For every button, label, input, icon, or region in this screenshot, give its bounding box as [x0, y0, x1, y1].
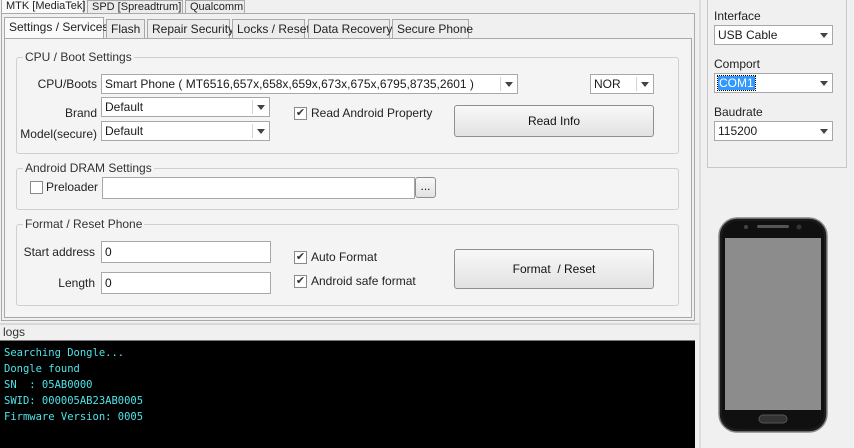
start-address-input[interactable]: 0	[101, 241, 271, 263]
cpu-value: Smart Phone ( MT6516,657x,658x,659x,673x…	[105, 77, 474, 91]
log-line: SWID: 000005AB23AB0005	[4, 395, 144, 407]
read-android-checkbox[interactable]: ✔	[294, 107, 307, 120]
safe-format-checkbox[interactable]: ✔	[294, 275, 307, 288]
interface-value: USB Cable	[718, 28, 778, 42]
log-console[interactable]: Searching Dongle... Dongle found SN : 05…	[0, 340, 695, 448]
read-android-label: Read Android Property	[311, 106, 433, 120]
baudrate-select[interactable]: 115200	[714, 121, 833, 141]
chevron-down-icon	[257, 129, 265, 134]
auto-format-label: Auto Format	[311, 250, 378, 264]
tab-spd[interactable]: SPD [Spreadtrum]	[87, 0, 183, 14]
tab-secure-phone[interactable]: Secure Phone	[392, 19, 473, 38]
brand-label: Brand	[64, 106, 97, 120]
browse-button[interactable]: ...	[415, 177, 436, 198]
chevron-down-icon	[820, 129, 828, 134]
tab-mtk[interactable]: MTK [MediaTek]	[1, 0, 85, 14]
model-select[interactable]: Default	[101, 121, 270, 141]
tab-repair-security[interactable]: Repair Security	[147, 19, 234, 38]
model-label: Model(secure)	[20, 127, 97, 141]
chevron-down-icon	[505, 82, 513, 87]
storage-value: NOR	[594, 77, 621, 91]
comport-label: Comport	[714, 57, 761, 71]
start-address-label: Start address	[23, 245, 95, 259]
comport-value: COM1	[717, 75, 756, 91]
preloader-checkbox[interactable]	[30, 181, 43, 194]
preloader-label: Preloader	[46, 180, 99, 194]
cpu-boot-select[interactable]: Smart Phone ( MT6516,657x,658x,659x,673x…	[101, 74, 518, 94]
format-reset-button[interactable]: Format / Reset	[454, 249, 654, 289]
storage-select[interactable]: NOR	[590, 74, 654, 94]
tab-data-recovery[interactable]: Data Recovery	[308, 19, 392, 38]
log-line: Searching Dongle...	[4, 347, 125, 359]
smartphone-icon	[718, 217, 828, 433]
baudrate-label: Baudrate	[714, 105, 763, 119]
chevron-down-icon	[820, 81, 828, 86]
length-label: Length	[58, 276, 95, 290]
safe-format-label: Android safe format	[311, 274, 416, 288]
auto-format-checkbox[interactable]: ✔	[294, 251, 307, 264]
side-splitter[interactable]	[699, 0, 701, 448]
read-info-button[interactable]: Read Info	[454, 105, 654, 137]
tab-locks-reset[interactable]: Locks / Reset	[232, 19, 310, 38]
logs-splitter[interactable]	[0, 323, 700, 325]
log-line: Firmware Version: 0005	[4, 411, 144, 423]
brand-value: Default	[105, 100, 144, 114]
chevron-down-icon	[641, 82, 649, 87]
length-input[interactable]: 0	[101, 272, 271, 294]
tab-settings-services[interactable]: Settings / Services	[4, 17, 108, 39]
logs-label: logs	[3, 325, 26, 339]
brand-select[interactable]: Default	[101, 97, 270, 117]
log-line: Dongle found	[4, 363, 80, 375]
baudrate-value: 115200	[718, 124, 758, 138]
tab-flash[interactable]: Flash	[106, 19, 145, 38]
interface-label: Interface	[714, 9, 761, 23]
dram-title: Android DRAM Settings	[23, 161, 154, 175]
comport-select[interactable]: COM1	[714, 73, 833, 93]
chevron-down-icon	[257, 105, 265, 110]
format-title: Format / Reset Phone	[23, 217, 145, 231]
tab-qualcomm[interactable]: Qualcomm	[185, 0, 245, 14]
chevron-down-icon	[820, 33, 828, 38]
cpu-boot-title: CPU / Boot Settings	[23, 50, 134, 64]
model-value: Default	[105, 124, 144, 138]
preloader-path-input[interactable]	[102, 177, 415, 199]
log-line: SN : 05AB0000	[4, 379, 93, 391]
interface-select[interactable]: USB Cable	[714, 25, 833, 45]
cpu-label: CPU/Boots	[37, 77, 97, 91]
